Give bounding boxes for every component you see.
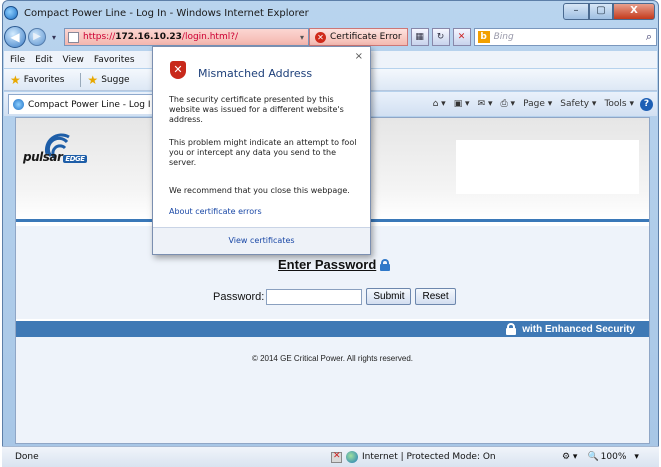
bing-icon: b — [477, 31, 490, 43]
security-zone[interactable]: Internet | Protected Mode: On — [331, 451, 496, 463]
menu-favorites[interactable]: Favorites — [94, 55, 135, 65]
menu-file[interactable]: File — [10, 55, 25, 65]
page-icon — [68, 31, 80, 43]
maximize-button[interactable]: ▢ — [589, 3, 613, 20]
pulsar-edge-logo: pulsar EDGE — [21, 130, 101, 176]
status-bar: Done Internet | Protected Mode: On ⚙ ▾ 🔍… — [2, 446, 659, 467]
copyright-text: © 2014 GE Critical Power. All rights res… — [251, 354, 414, 363]
print-icon[interactable]: ⎙ ▾ — [501, 99, 516, 109]
zoom-dropdown-icon[interactable]: ▾ — [634, 452, 639, 462]
enhanced-security-label: with Enhanced Security — [522, 323, 635, 335]
feeds-icon[interactable]: ▣ ▾ — [454, 99, 470, 109]
popup-paragraph-2: This problem might indicate an attempt t… — [169, 138, 357, 167]
forward-button[interactable]: ▶ — [28, 28, 46, 46]
command-bar: ⌂ ▾ ▣ ▾ ✉ ▾ ⎙ ▾ Page ▾ Safety ▾ Tools ▾ … — [425, 97, 653, 111]
compatibility-view-icon[interactable]: ▦ — [410, 28, 429, 46]
popup-paragraph-3: We recommend that you close this webpage… — [169, 186, 350, 195]
page-menu[interactable]: Page ▾ — [523, 99, 552, 109]
address-bar[interactable]: https:// 172.16.10.23 /login.html?/ ▾ — [64, 28, 310, 46]
zoom-icon: 🔍 — [587, 452, 599, 462]
popup-paragraph-1: The security certificate presented by th… — [169, 95, 344, 124]
suggested-sites-link[interactable]: Sugge — [101, 75, 129, 85]
submit-button[interactable]: Submit — [366, 288, 412, 305]
password-row: Password: Submit Reset — [213, 288, 460, 305]
address-scheme: https:// — [83, 32, 116, 42]
tools-menu[interactable]: Tools ▾ — [604, 99, 634, 109]
zoom-level: 100% — [600, 452, 627, 462]
zoom-control[interactable]: ⚙ ▾ 🔍 100% ▾ — [562, 452, 639, 462]
zone-label: Internet | Protected Mode: On — [362, 452, 496, 462]
lock-icon — [506, 323, 517, 335]
stop-icon[interactable]: ✕ — [452, 28, 471, 46]
tab-ie-icon — [13, 99, 24, 110]
shield-error-icon: ✕ — [170, 61, 186, 79]
window-controls: – ▢ X — [563, 3, 655, 20]
about-certificate-errors-link[interactable]: About certificate errors — [169, 207, 262, 216]
title-bar: Compact Power Line - Log In - Windows In… — [4, 3, 657, 23]
window-title: Compact Power Line - Log In - Windows In… — [24, 7, 309, 19]
popup-title: Mismatched Address — [198, 67, 313, 80]
logo-text: pulsar EDGE — [23, 150, 87, 164]
menu-view[interactable]: View — [63, 55, 84, 65]
refresh-icon[interactable]: ↻ — [431, 28, 450, 46]
error-icon: ✕ — [315, 31, 327, 43]
header-image-area — [456, 140, 639, 194]
address-host: 172.16.10.23 — [115, 32, 182, 42]
home-icon[interactable]: ⌂ ▾ — [433, 99, 446, 109]
search-placeholder: Bing — [493, 32, 514, 42]
reset-button[interactable]: Reset — [415, 288, 456, 305]
password-input[interactable] — [266, 288, 363, 305]
enhanced-security-bar: with Enhanced Security — [16, 321, 649, 337]
search-box[interactable]: b Bing ⌕ — [473, 28, 657, 46]
minimize-button[interactable]: – — [563, 3, 589, 20]
popup-close-icon[interactable]: × — [355, 51, 363, 62]
settings-icon[interactable]: ⚙ ▾ — [562, 452, 577, 462]
view-certificates-link[interactable]: View certificates — [153, 227, 370, 254]
mail-icon[interactable]: ✉ ▾ — [478, 99, 493, 109]
back-button[interactable]: ◀ — [4, 26, 26, 48]
safety-menu[interactable]: Safety ▾ — [560, 99, 596, 109]
close-window-button[interactable]: X — [613, 3, 655, 20]
lock-icon — [380, 258, 391, 271]
status-text: Done — [15, 452, 39, 462]
address-dropdown-icon[interactable]: ▾ — [300, 33, 304, 42]
favorites-star-icon: ★ — [10, 72, 21, 87]
certificate-error-label: Certificate Error — [330, 32, 402, 42]
favorites-button[interactable]: Favorites — [24, 75, 65, 85]
add-favorite-icon[interactable]: ★ — [87, 73, 98, 87]
globe-icon — [346, 451, 358, 463]
ie-logo-icon — [4, 6, 18, 20]
tab-label: Compact Power Line - Log I — [28, 99, 151, 110]
certificate-error-popup: × ✕ Mismatched Address The security cert… — [152, 46, 371, 255]
popup-blocked-icon — [331, 451, 342, 463]
address-path: /login.html?/ — [181, 32, 239, 42]
enter-password-heading: Enter Password — [278, 257, 391, 272]
certificate-error-button[interactable]: ✕ Certificate Error — [309, 28, 408, 46]
tab-compact-power-line[interactable]: Compact Power Line - Log I — [8, 94, 160, 114]
divider — [80, 72, 82, 87]
help-icon[interactable]: ? — [640, 97, 653, 111]
password-label: Password: — [213, 290, 265, 303]
history-dropdown-icon[interactable]: ▾ — [52, 33, 56, 42]
search-icon[interactable]: ⌕ — [646, 30, 652, 44]
menu-edit[interactable]: Edit — [35, 55, 52, 65]
